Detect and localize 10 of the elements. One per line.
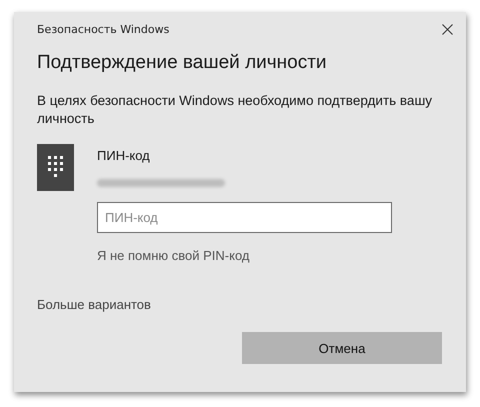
description-text: В целях безопасности Windows необходимо подтвердить вашу личность: [37, 92, 434, 128]
more-options-link[interactable]: Больше вариантов: [37, 297, 151, 312]
forgot-pin-link[interactable]: Я не помню свой PIN-код: [97, 248, 392, 263]
keypad-icon: [48, 156, 63, 179]
pin-field[interactable]: ПИН-код: [97, 202, 392, 233]
cancel-button[interactable]: Отмена: [242, 332, 442, 364]
credential-label: ПИН-код: [97, 148, 151, 163]
window-title: Безопасность Windows: [37, 22, 170, 36]
close-icon: [442, 24, 452, 34]
dialog-heading: Подтверждение вашей личности: [37, 52, 328, 74]
